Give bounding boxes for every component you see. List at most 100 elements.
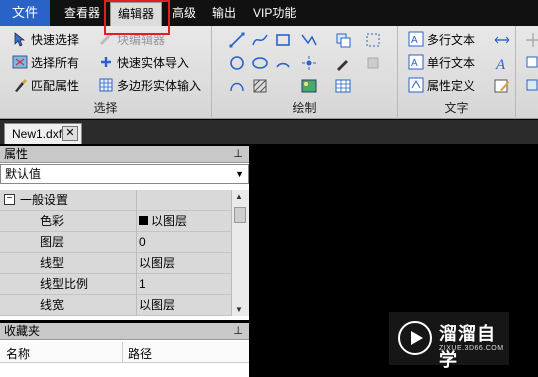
close-tab-icon[interactable]: ✕ [62,126,78,141]
menu-output[interactable]: 输出 [212,0,236,26]
column-divider[interactable] [122,342,123,363]
properties-title-bar: 属性 ⊥ [0,146,249,163]
select-all-icon [12,54,28,70]
svg-text:A: A [411,58,418,69]
stext-button[interactable]: A 单行文本 [408,53,475,73]
property-key: 图层 [0,232,137,253]
scroll-up-icon[interactable]: ▲ [235,192,243,201]
block-editor-icon [98,31,114,47]
match-properties-label: 匹配属性 [31,79,80,93]
select-group: 快速选择 块编辑器 选择所有 快速实体导入 匹配属性 多边形实体输入 选择 [0,26,212,119]
brush-icon [12,77,28,93]
property-value-text: 以图层 [151,214,188,228]
play-logo-icon [397,320,433,356]
point-tool-icon[interactable] [300,54,318,72]
text-group-label: 文字 [444,101,469,115]
pin-icon[interactable]: ⊥ [233,323,243,339]
quick-entity-import-label: 快速实体导入 [117,56,190,70]
mtext-label: 多行文本 [427,33,476,47]
match-properties-button[interactable]: 匹配属性 [12,76,79,96]
ellipse-tool-icon[interactable] [251,54,269,72]
property-row[interactable]: 图层 0 [0,232,231,253]
quick-select-label: 快速选择 [31,33,80,47]
property-key: 线型比例 [0,274,137,295]
quick-select-button[interactable]: 快速选择 [12,30,79,50]
watermark: 溜溜自学 ZIXUE.3D66.COM [389,312,509,370]
scroll-down-icon[interactable]: ▼ [235,305,243,314]
pen-tool-icon[interactable] [334,54,352,72]
favorites-panel: 收藏夹 ⊥ 名称 路径 [0,323,249,377]
line-tool-icon[interactable] [228,31,246,49]
rectangle-tool-icon[interactable] [274,31,292,49]
curve-tool-icon[interactable] [228,77,246,95]
properties-panel: 属性 ⊥ 默认值 ▼ − 一般设置 色彩 以图层 图层 0 线型 以图层 线型比… [0,146,249,320]
menu-file[interactable]: 文件 [0,0,50,26]
dimension-icon[interactable] [493,31,511,49]
dashed-rect-icon[interactable] [364,31,382,49]
menu-advanced[interactable]: 高级 [172,0,196,26]
polygon-entity-input-button[interactable]: 多边形实体输入 [98,76,201,96]
properties-selector[interactable]: 默认值 ▼ [0,164,249,184]
property-value: 以图层 [139,211,187,231]
scroll-thumb[interactable] [234,207,246,223]
stext-icon: A [408,54,424,70]
property-key: 色彩 [0,211,137,232]
menu-bar: 文件 查看器 编辑器 高级 输出 VIP功能 [0,0,538,26]
section-general[interactable]: − 一般设置 [0,190,231,211]
polyline-tool-icon[interactable] [300,31,318,49]
copy-icon[interactable] [524,54,538,72]
block-editor-button[interactable]: 块编辑器 [98,30,165,50]
property-value: 以图层 [139,298,176,312]
property-row[interactable]: 线型比例 1 [0,274,231,295]
document-tab-strip: New1.dxf ✕ [0,120,538,144]
scale-icon[interactable] [524,77,538,95]
menu-viewer[interactable]: 查看器 [64,0,100,26]
grid-entity-icon [98,77,114,93]
select-all-button[interactable]: 选择所有 [12,53,79,73]
select-all-label: 选择所有 [31,56,80,70]
quick-select-icon [12,31,28,47]
property-scrollbar[interactable]: ▲ ▼ [231,190,249,316]
favorites-title: 收藏夹 [4,324,41,338]
hatch-tool-icon[interactable] [251,77,269,95]
quick-entity-import-button[interactable]: 快速实体导入 [98,53,189,73]
doc-tab-new1[interactable]: New1.dxf ✕ [4,123,82,144]
menu-vip[interactable]: VIP功能 [253,0,296,26]
arc-tool-icon[interactable] [274,54,292,72]
text-style-icon[interactable]: A [493,54,511,72]
spline-tool-icon[interactable] [251,31,269,49]
next-group-partial [516,26,538,119]
text-edit-icon[interactable] [493,77,511,95]
property-row[interactable]: 线型 以图层 [0,253,231,274]
move-icon[interactable] [524,31,538,49]
properties-selector-value: 默认值 [5,167,42,181]
property-value: 0 [139,235,146,249]
property-row[interactable]: 线宽 以图层 [0,295,231,316]
attdef-button[interactable]: 属性定义 [408,76,475,96]
menu-editor[interactable]: 编辑器 [110,2,162,26]
attdef-label: 属性定义 [427,79,476,93]
property-value: 1 [139,277,146,291]
collapse-icon[interactable]: − [4,194,15,205]
mtext-button[interactable]: A 多行文本 [408,30,475,50]
section-header: − 一般设置 [0,190,137,211]
property-row[interactable]: 色彩 以图层 [0,211,231,232]
svg-text:A: A [495,57,506,72]
property-value: 以图层 [139,256,176,270]
column-path[interactable]: 路径 [128,345,152,362]
doc-tab-label: New1.dxf [12,127,63,141]
table-tool-icon[interactable] [334,77,352,95]
mtext-icon: A [408,31,424,47]
properties-title: 属性 [4,147,29,161]
watermark-url: ZIXUE.3D66.COM [439,345,504,352]
plus-icon [98,54,114,70]
circle-tool-icon[interactable] [228,54,246,72]
image-tool-icon[interactable] [300,77,318,95]
property-key: 线型 [0,253,137,274]
pin-icon[interactable]: ⊥ [233,146,243,162]
disabled-tool-icon[interactable] [364,54,382,72]
column-name[interactable]: 名称 [6,345,30,362]
block-insert-icon[interactable] [334,31,352,49]
chevron-down-icon: ▼ [235,169,244,179]
svg-text:A: A [411,35,418,46]
